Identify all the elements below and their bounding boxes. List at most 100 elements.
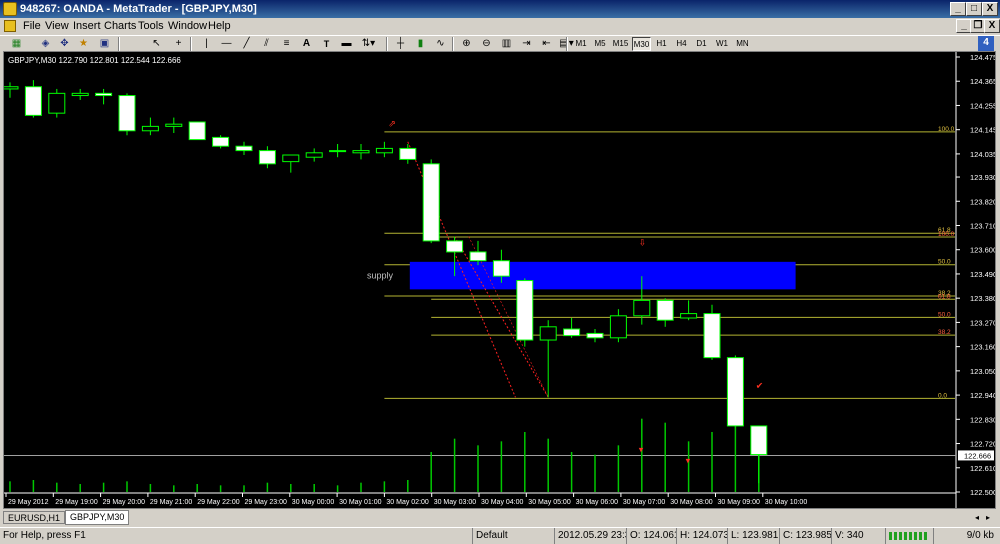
minimize-button[interactable]: _ [950, 2, 966, 16]
time-tick-label: 30 May 03:00 [434, 499, 477, 506]
menu-file[interactable]: File [20, 19, 44, 34]
bearish-candle [118, 95, 136, 132]
close-button[interactable]: X [982, 2, 998, 16]
profiles-icon[interactable]: ◈ [37, 37, 54, 51]
timeframe-w1[interactable]: W1 [713, 37, 731, 51]
cursor-icon[interactable]: ↖ [148, 37, 165, 51]
price-tick-label: 123.600 [970, 246, 995, 255]
zoom-out-icon[interactable]: ⊖ [478, 37, 495, 51]
trendline-icon[interactable]: ╱ [238, 37, 255, 51]
window-icon[interactable]: ▣ [96, 37, 113, 51]
timeframe-m15[interactable]: M15 [610, 37, 631, 51]
label-icon[interactable]: ▬ [338, 37, 355, 51]
menu-view[interactable]: View [42, 19, 72, 34]
fib-level-label: 50.0 [938, 311, 951, 318]
chart-window[interactable]: 124.475 124.365 124.255 124.145 124.035 123.9… [3, 51, 996, 509]
doc-close-button[interactable]: X [984, 19, 1000, 33]
app-icon [3, 2, 17, 16]
connection-icon [885, 528, 933, 544]
chart-canvas[interactable]: 124.475 124.365 124.255 124.145 124.035 123.9… [4, 52, 995, 508]
tile-icon[interactable]: ▥ [498, 37, 515, 51]
price-tick-label: 123.490 [970, 270, 995, 279]
horizontal-line-icon[interactable]: — [218, 37, 235, 51]
time-tick-label: 30 May 07:00 [623, 499, 666, 506]
bullish-candle [633, 299, 651, 317]
time-tick-label: 30 May 09:00 [718, 499, 761, 506]
bar-chart-icon[interactable]: ┼ [392, 37, 409, 51]
trade-arrows-group: ⇩ ⇗ ▾ ▾ ✔ [388, 119, 763, 466]
bullish-candle [352, 150, 370, 154]
price-tick-label: 123.050 [970, 367, 995, 376]
price-tick-label: 124.035 [970, 150, 995, 159]
timeframe-d1[interactable]: D1 [693, 37, 710, 51]
bearish-candle [703, 313, 721, 359]
check-icon: ✔ [756, 381, 764, 391]
price-tick-label: 122.610 [970, 464, 995, 473]
timeframe-m5[interactable]: M5 [591, 37, 609, 51]
tab-gbpjpy-m30[interactable]: GBPJPY,M30 [65, 510, 130, 525]
time-tick-label: 29 May 19:00 [55, 499, 98, 506]
menu-insert[interactable]: Insert [70, 19, 104, 34]
chart-shift-icon[interactable]: ⇤ [538, 37, 555, 51]
bearish-candle [24, 86, 42, 116]
favorites-icon[interactable]: ★ [75, 37, 92, 51]
timeframe-m30[interactable]: M30 [632, 37, 651, 51]
bearish-candle [212, 136, 230, 147]
bearish-candle [188, 121, 206, 141]
supply-zone[interactable] [409, 261, 796, 290]
text-label-icon[interactable]: T [318, 37, 335, 51]
toolbar-separator [190, 37, 192, 51]
candlestick-icon[interactable]: ▮ [412, 37, 429, 51]
timeframe-m1[interactable]: M1 [572, 37, 590, 51]
timeframe-h4[interactable]: H4 [673, 37, 690, 51]
new-chart-icon[interactable]: ▦ [8, 37, 25, 51]
tab-scroll-right-icon[interactable]: ▸ [986, 512, 995, 523]
time-tick-label: 30 May 08:00 [670, 499, 713, 506]
arrows-icon[interactable]: ⇅▾ [360, 37, 377, 51]
fib-level-label: 100.0 [938, 126, 955, 133]
time-tick-label: 30 May 01:00 [339, 499, 382, 506]
menu-window[interactable]: Window [165, 19, 210, 34]
menu-tools[interactable]: Tools [135, 19, 167, 34]
close-arrow-icon: ▾ [639, 445, 644, 455]
time-tick-label: 30 May 06:00 [576, 499, 619, 506]
price-tick-label: 122.940 [970, 391, 995, 400]
time-tick-label: 30 May 02:00 [386, 499, 429, 506]
status-datetime: 2012.05.29 23:30 [554, 528, 626, 544]
maximize-button[interactable]: □ [966, 2, 982, 16]
autoscroll-icon[interactable]: ⇥ [518, 37, 535, 51]
tab-scroll-left-icon[interactable]: ◂ [975, 512, 984, 523]
time-tick-label: 30 May 05:00 [528, 499, 571, 506]
text-tool-icon[interactable]: A [298, 37, 315, 51]
channel-icon[interactable]: ⫽ [258, 37, 275, 51]
status-low: L: 123.981 [727, 528, 779, 544]
document-icon[interactable] [4, 20, 16, 32]
bearish-candle [492, 260, 510, 277]
bearish-candle [516, 280, 534, 341]
bullish-candle [375, 147, 393, 154]
fib-level-label: 50.0 [938, 259, 951, 266]
navigator-icon[interactable]: ✥ [56, 37, 73, 51]
line-chart-icon[interactable]: ∿ [432, 37, 449, 51]
vertical-line-icon[interactable]: | [198, 37, 215, 51]
zoom-in-icon[interactable]: ⊕ [458, 37, 475, 51]
terminal-badge[interactable]: 4 [978, 36, 994, 51]
status-open: O: 124.061 [626, 528, 676, 544]
timeframe-mn[interactable]: MN [733, 37, 752, 51]
timeframe-h1[interactable]: H1 [653, 37, 670, 51]
fibonacci-icon[interactable]: ≡ [278, 37, 295, 51]
bullish-candle [141, 125, 159, 132]
crosshair-icon[interactable]: + [170, 37, 187, 51]
menu-charts[interactable]: Charts [101, 19, 139, 34]
bullish-candle [680, 313, 698, 319]
bullish-candle [48, 92, 66, 114]
toolbar-separator [452, 37, 454, 51]
price-tick-label: 123.820 [970, 197, 995, 206]
time-tick-label: 29 May 23:00 [245, 499, 288, 506]
bearish-candle [586, 332, 604, 339]
tab-eurusd-h1[interactable]: EURUSD,H1 [3, 511, 66, 524]
menu-help[interactable]: Help [205, 19, 234, 34]
price-tick-label: 123.710 [970, 221, 995, 230]
close-arrow-icon: ▾ [686, 456, 691, 466]
price-tick-label: 123.270 [970, 318, 995, 327]
